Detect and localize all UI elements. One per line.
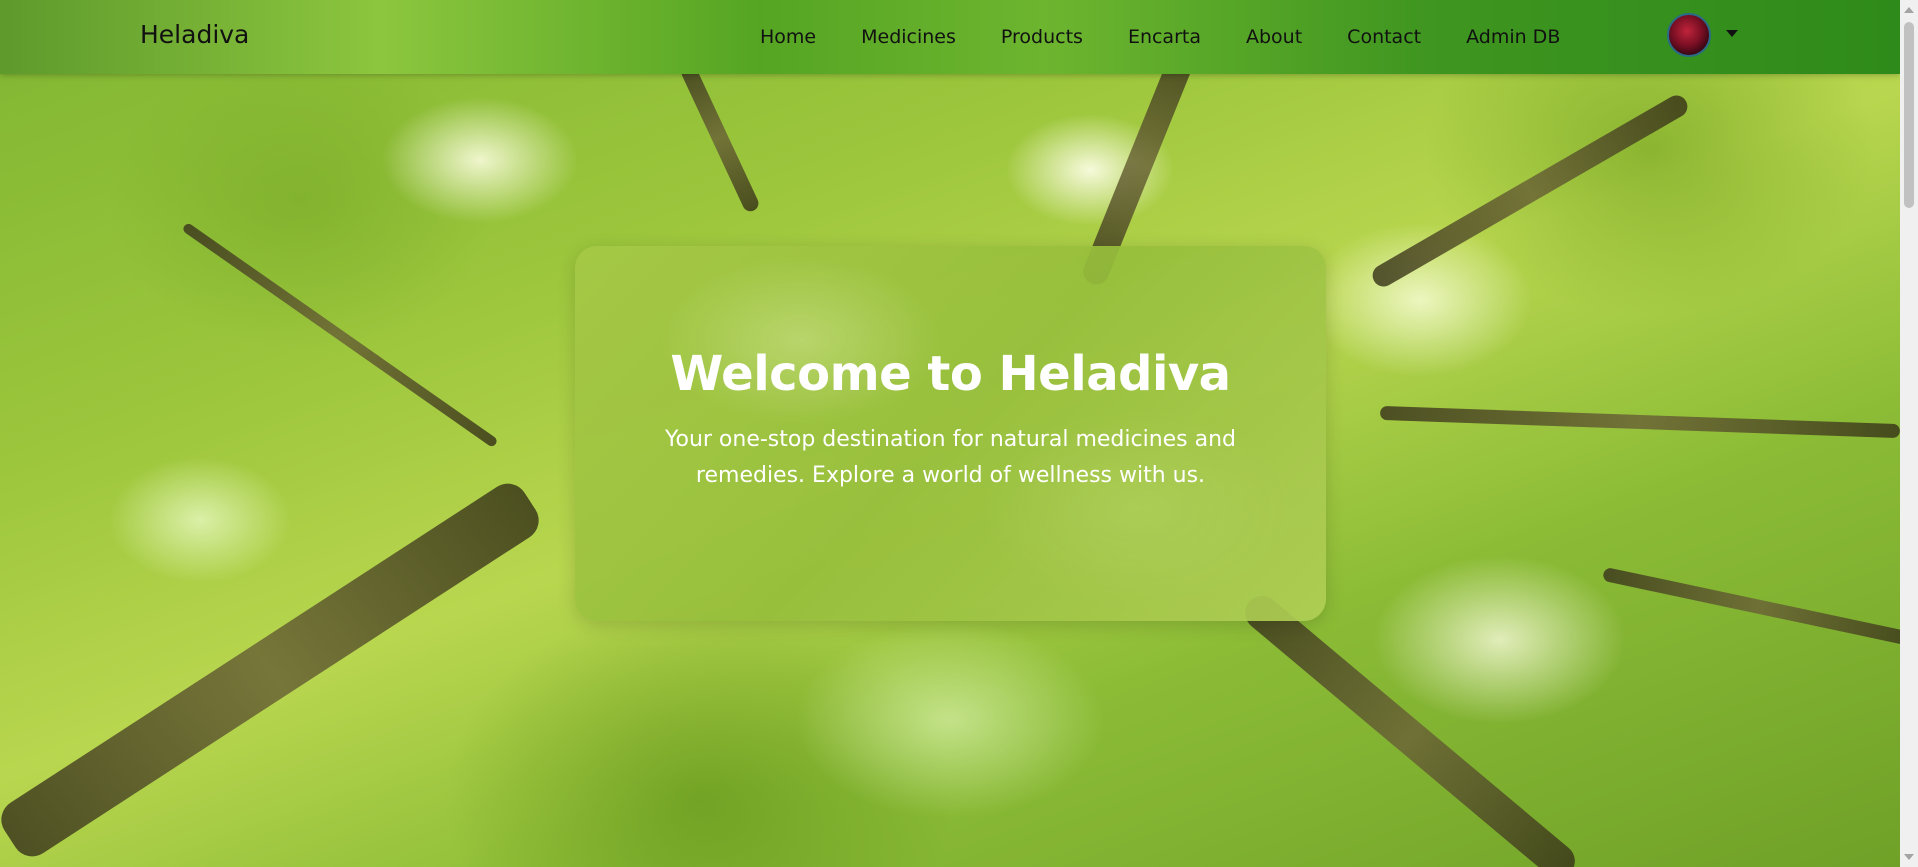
vertical-scrollbar[interactable] (1900, 0, 1918, 867)
tree-trunk (1368, 91, 1692, 291)
nav-link-home[interactable]: Home (760, 26, 816, 48)
top-navbar: Heladiva Home Medicines Products Encarta… (0, 0, 1900, 74)
nav-link-contact[interactable]: Contact (1347, 26, 1421, 48)
tree-branch (1602, 566, 1918, 648)
tree-trunk (0, 476, 547, 864)
nav-link-about[interactable]: About (1246, 26, 1302, 48)
nav-links: Home Medicines Products Encarta About Co… (760, 0, 1605, 74)
tree-branch (181, 221, 499, 449)
nav-link-admin-db[interactable]: Admin DB (1466, 26, 1560, 48)
scroll-down-arrow-icon[interactable] (1904, 854, 1914, 860)
hero-title: Welcome to Heladiva (670, 346, 1231, 402)
caret-down-icon[interactable] (1726, 30, 1738, 37)
scrollbar-thumb[interactable] (1904, 22, 1914, 208)
tree-trunk (1379, 405, 1901, 439)
hero-card: Welcome to Heladiva Your one-stop destin… (575, 246, 1326, 621)
user-avatar[interactable] (1667, 13, 1711, 57)
scroll-up-arrow-icon[interactable] (1904, 7, 1914, 13)
nav-link-medicines[interactable]: Medicines (861, 26, 956, 48)
hero-subtitle: Your one-stop destination for natural me… (664, 427, 1237, 488)
tree-trunk (1238, 588, 1582, 867)
page: Heladiva Home Medicines Products Encarta… (0, 0, 1918, 867)
nav-link-encarta[interactable]: Encarta (1128, 26, 1201, 48)
tree-trunk (678, 62, 762, 214)
brand-logo-link[interactable]: Heladiva (140, 20, 249, 49)
nav-link-products[interactable]: Products (1001, 26, 1083, 48)
